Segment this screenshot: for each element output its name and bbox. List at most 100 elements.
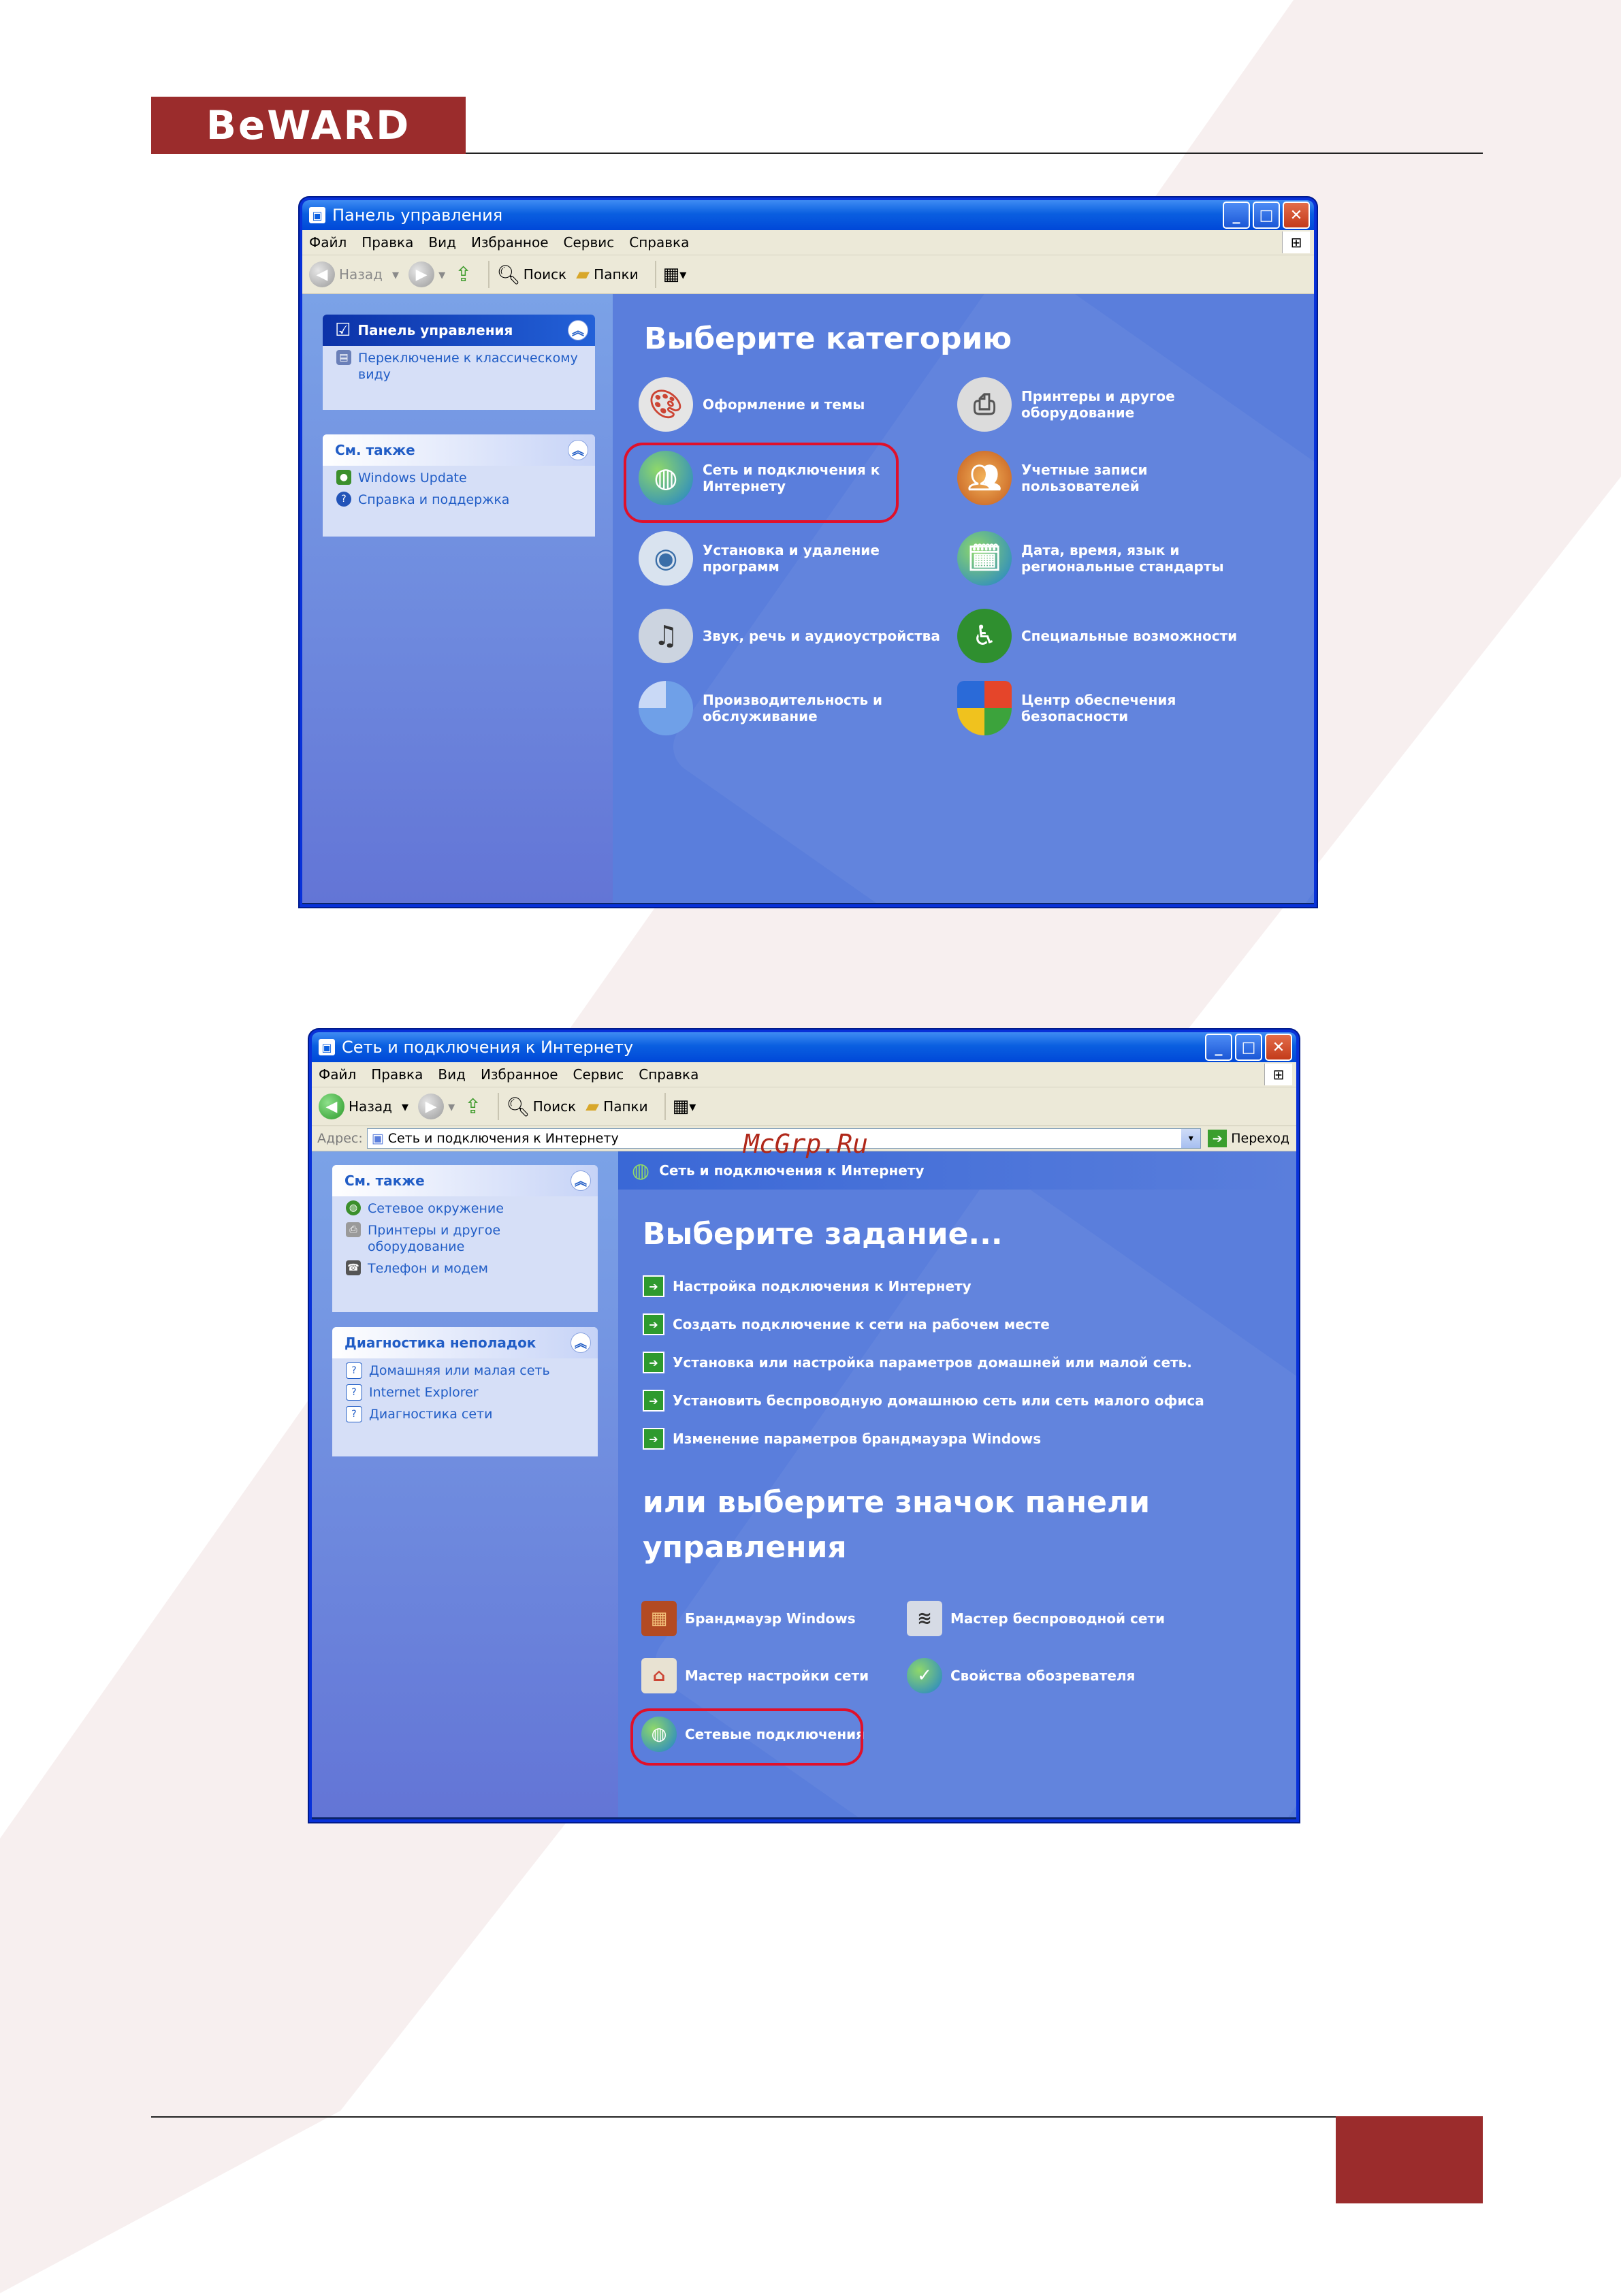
windows-update-link[interactable]: ● Windows Update <box>323 466 595 488</box>
menu-help[interactable]: Справка <box>629 234 689 251</box>
menu-favorites[interactable]: Избранное <box>471 234 549 251</box>
close-button[interactable]: ✕ <box>1283 202 1310 229</box>
phone-modem-link[interactable]: ☎ Телефон и модем <box>332 1256 598 1278</box>
menu-edit[interactable]: Правка <box>362 234 413 251</box>
search-icon: 🔍︎ <box>496 263 521 286</box>
address-label: Адрес: <box>317 1131 363 1146</box>
menu-file[interactable]: Файл <box>309 234 347 251</box>
task-item[interactable]: ➔ Установить беспроводную домашнюю сеть и… <box>643 1390 1204 1412</box>
category-accounts[interactable]: 👥︎ Учетные записи пользователей <box>957 451 1257 505</box>
control-panel-task: ☑ Панель управления ︽ ▤ Переключение к кл… <box>323 315 595 410</box>
search-button[interactable]: 🔍︎ Поиск <box>496 264 566 286</box>
views-button[interactable]: ▦ ▾ <box>663 264 687 285</box>
tasks-heading: Выберите задание... <box>643 1217 1003 1251</box>
network-places-icon: ◍ <box>346 1200 361 1215</box>
task-header[interactable]: См. также ︽ <box>332 1165 598 1196</box>
title-bar[interactable]: ▣ Сеть и подключения к Интернету _ □ ✕ <box>312 1032 1296 1062</box>
forward-arrow-icon: ▶ <box>408 261 435 287</box>
window-title: Панель управления <box>332 206 503 225</box>
watermark-text: McGrp.Ru <box>743 1129 869 1159</box>
task-header[interactable]: Диагностика неполадок ︽ <box>332 1327 598 1358</box>
internet-options-item[interactable]: ✓ Свойства обозревателя <box>907 1658 1135 1693</box>
category-printers[interactable]: ⎙ Принтеры и другое оборудование <box>957 377 1257 432</box>
views-button[interactable]: ▦ ▾ <box>673 1096 696 1117</box>
menu-help[interactable]: Справка <box>639 1066 699 1083</box>
menu-tools[interactable]: Сервис <box>573 1066 624 1083</box>
forward-button[interactable]: ▶ ▾ <box>418 1094 455 1119</box>
go-button[interactable]: ➔ Переход <box>1208 1130 1289 1147</box>
maximize-button[interactable]: □ <box>1235 1034 1262 1061</box>
home-network-link[interactable]: ? Домашняя или малая сеть <box>332 1358 598 1380</box>
wireless-wizard-item[interactable]: ≋ Мастер беспроводной сети <box>907 1601 1165 1636</box>
up-button[interactable]: ⇪ <box>455 263 472 287</box>
menu-bar: Файл Правка Вид Избранное Сервис Справка… <box>302 230 1314 255</box>
category-add-remove[interactable]: ◉ Установка и удаление программ <box>639 531 938 586</box>
category-appearance[interactable]: 🎨︎ Оформление и темы <box>639 377 938 432</box>
network-places-link[interactable]: ◍ Сетевое окружение <box>332 1196 598 1218</box>
folders-button[interactable]: ▰ Папки <box>585 1096 647 1117</box>
up-button[interactable]: ⇪ <box>464 1095 481 1119</box>
address-value: Сеть и подключения к Интернету <box>387 1131 619 1146</box>
category-sound[interactable]: ♫ Звук, речь и аудиоустройства <box>639 609 952 663</box>
help-icon: ? <box>346 1384 362 1401</box>
collapse-icon[interactable]: ︽ <box>571 1170 591 1191</box>
maximize-button[interactable]: □ <box>1253 202 1280 229</box>
folder-icon: ▰ <box>585 1096 600 1117</box>
title-bar[interactable]: ▣ Панель управления _ □ ✕ <box>302 200 1314 230</box>
menu-tools[interactable]: Сервис <box>564 234 615 251</box>
task-item[interactable]: ➔ Изменение параметров брандмауэра Window… <box>643 1428 1041 1450</box>
address-dropdown-icon[interactable]: ▾ <box>1181 1129 1201 1148</box>
back-button[interactable]: ◀ Назад ▾ <box>309 261 399 287</box>
control-panel-window: ▣ Панель управления _ □ ✕ Файл Правка Ви… <box>300 197 1317 907</box>
close-button[interactable]: ✕ <box>1265 1034 1292 1061</box>
arrow-icon: ➔ <box>643 1352 664 1373</box>
menu-edit[interactable]: Правка <box>371 1066 423 1083</box>
firewall-item[interactable]: ▦ Брандмауэр Windows <box>641 1601 856 1636</box>
menu-view[interactable]: Вид <box>428 234 456 251</box>
collapse-icon[interactable]: ︽ <box>568 440 588 460</box>
task-header[interactable]: См. также ︽ <box>323 434 595 466</box>
category-date-time[interactable]: 🗓︎ Дата, время, язык и региональные станд… <box>957 531 1257 586</box>
page-number-box <box>1336 2116 1483 2203</box>
views-icon: ▦ <box>672 1096 690 1117</box>
search-button[interactable]: 🔍︎ Поиск <box>506 1096 576 1118</box>
security-shield-icon <box>957 681 1012 735</box>
back-button[interactable]: ◀ Назад ▾ <box>319 1094 408 1119</box>
minimize-button[interactable]: _ <box>1223 202 1250 229</box>
task-item[interactable]: ➔ Создать подключение к сети на рабочем м… <box>643 1313 1050 1335</box>
printer-icon: ⎙ <box>346 1222 361 1237</box>
network-wizard-item[interactable]: ⌂ Мастер настройки сети <box>641 1658 869 1693</box>
views-icon: ▦ <box>662 264 680 285</box>
internet-options-icon: ✓ <box>907 1658 942 1693</box>
classic-view-link[interactable]: ▤ Переключение к классическому виду <box>323 346 595 384</box>
task-header[interactable]: ☑ Панель управления ︽ <box>323 315 595 346</box>
collapse-icon[interactable]: ︽ <box>568 320 588 340</box>
page-title: Выберите категорию <box>644 321 1012 356</box>
task-item[interactable]: ➔ Установка или настройка параметров дома… <box>643 1352 1192 1373</box>
category-performance[interactable]: Производительность и обслуживание <box>639 681 938 735</box>
folders-button[interactable]: ▰ Папки <box>576 264 638 285</box>
arrow-icon: ➔ <box>643 1390 664 1412</box>
icons-heading-line1: или выберите значок панели <box>643 1485 1151 1520</box>
see-also-task: См. также ︽ ◍ Сетевое окружение ⎙ Принтеры … <box>332 1165 598 1312</box>
collapse-icon[interactable]: ︽ <box>571 1333 591 1353</box>
header-rule <box>466 153 1483 154</box>
forward-button[interactable]: ▶ ▾ <box>408 261 445 287</box>
menu-view[interactable]: Вид <box>438 1066 466 1083</box>
menu-favorites[interactable]: Избранное <box>481 1066 558 1083</box>
menu-file[interactable]: Файл <box>319 1066 356 1083</box>
help-support-link[interactable]: ? Справка и поддержка <box>323 488 595 509</box>
task-item[interactable]: ➔ Настройка подключения к Интернету <box>643 1275 972 1297</box>
printers-link[interactable]: ⎙ Принтеры и другое оборудование <box>332 1218 598 1256</box>
minimize-button[interactable]: _ <box>1205 1034 1232 1061</box>
accessibility-icon: ♿︎ <box>957 609 1012 663</box>
folder-up-icon: ⇪ <box>455 262 472 287</box>
category-security[interactable]: Центр обеспечения безопасности <box>957 681 1257 735</box>
menu-bar: Файл Правка Вид Избранное Сервис Справка… <box>312 1062 1296 1087</box>
category-accessibility[interactable]: ♿︎ Специальные возможности <box>957 609 1270 663</box>
network-diagnostics-link[interactable]: ? Диагностика сети <box>332 1402 598 1424</box>
icons-heading-line2: управления <box>643 1530 847 1565</box>
see-also-task: См. также ︽ ● Windows Update ? Справка и по… <box>323 434 595 537</box>
task-pane: См. также ︽ ◍ Сетевое окружение ⎙ Принтеры … <box>312 1151 618 1817</box>
internet-explorer-link[interactable]: ? Internet Explorer <box>332 1380 598 1402</box>
